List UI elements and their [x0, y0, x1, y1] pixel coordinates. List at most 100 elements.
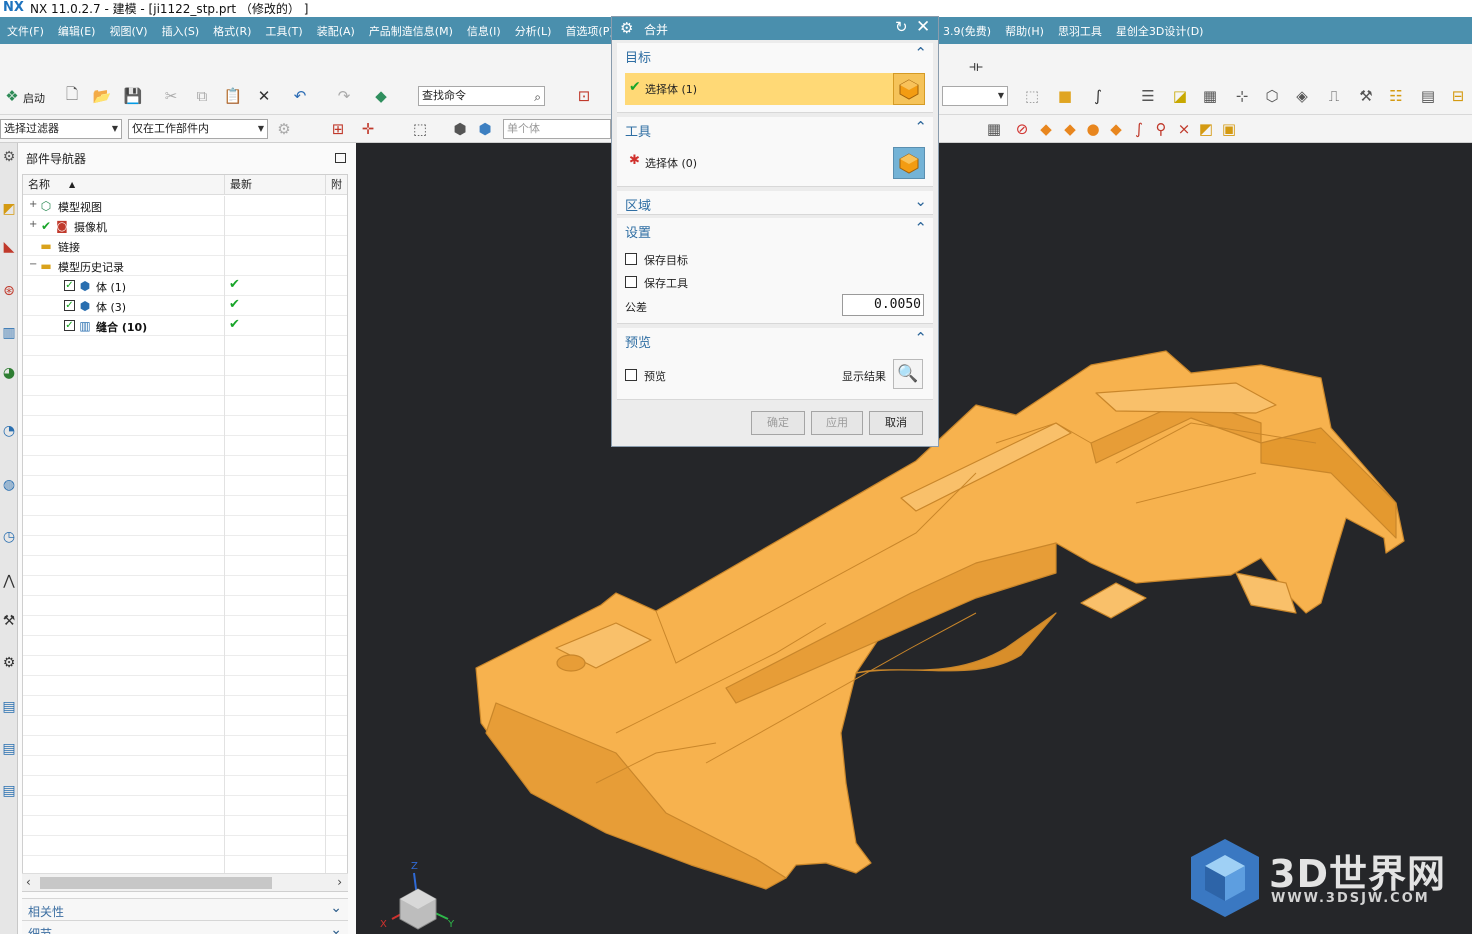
section-icon[interactable]: ⎍	[1324, 86, 1344, 106]
menu-tools[interactable]: 工具(T)	[258, 23, 309, 39]
csys-icon[interactable]: ⊹	[1232, 86, 1252, 106]
clock-icon[interactable]: ◷	[1, 529, 17, 545]
snap-mid-icon[interactable]: ◆	[1060, 119, 1080, 139]
save-icon[interactable]: 💾	[123, 86, 143, 106]
tree-row[interactable]: + ✔ ◙ 摄像机	[23, 216, 347, 236]
history-icon[interactable]: ◔	[1, 423, 17, 439]
maximize-icon[interactable]	[335, 153, 346, 163]
select-body-button[interactable]	[893, 147, 925, 179]
expand-icon[interactable]: +	[29, 199, 37, 210]
process-studio-icon[interactable]: ⋀	[1, 573, 17, 589]
menu-siyu-tools[interactable]: 思羽工具	[1051, 23, 1109, 39]
menu-view[interactable]: 视图(V)	[102, 23, 154, 39]
details-panel[interactable]: 细节 ⌄	[22, 920, 348, 934]
copy-icon[interactable]: ⧉	[192, 86, 212, 106]
body-rule-dropdown[interactable]: 单个体	[503, 119, 611, 139]
reset-icon[interactable]: ↻	[895, 18, 908, 36]
grid-toggle-icon[interactable]: ▦	[984, 119, 1004, 139]
target-section-header[interactable]: 目标 ⌃	[617, 43, 933, 67]
cut-icon[interactable]: ✂	[161, 86, 181, 106]
menu-help[interactable]: 帮助(H)	[998, 23, 1051, 39]
start-button[interactable]: 启动	[23, 90, 45, 106]
snap-end-icon[interactable]: ◆	[1036, 119, 1056, 139]
surface-icon[interactable]: ◪	[1170, 86, 1190, 106]
rect-select-icon[interactable]: ⬚	[410, 119, 430, 139]
snap-quad-icon[interactable]: ◆	[1106, 119, 1126, 139]
column-attached[interactable]: 附	[326, 175, 347, 195]
snap-face-icon[interactable]: ◩	[1196, 119, 1216, 139]
snap-icon[interactable]: ⊞	[328, 119, 348, 139]
menu-assembly[interactable]: 装配(A)	[310, 23, 362, 39]
face-filter-icon[interactable]: ⬢	[475, 119, 495, 139]
prohibit-icon[interactable]: ⊘	[1012, 119, 1032, 139]
block-icon[interactable]: ⬚	[1022, 86, 1042, 106]
open-folder-icon[interactable]: 📂	[92, 86, 112, 106]
snap-existing-icon[interactable]: ▣	[1219, 119, 1239, 139]
navigator-horizontal-scrollbar[interactable]: ‹ ›	[22, 873, 348, 891]
chevron-up-icon[interactable]: ⌃	[914, 329, 927, 347]
scroll-thumb[interactable]	[40, 877, 272, 889]
tree-row[interactable]: + ⬡ 模型视图	[23, 196, 347, 216]
start-icon[interactable]: ❖	[2, 86, 22, 106]
redo-icon[interactable]: ↷	[334, 86, 354, 106]
measure-icon[interactable]: ⟛	[966, 56, 986, 76]
list-panel-2-icon[interactable]: ▤	[1, 741, 17, 757]
close-icon[interactable]: ✕	[916, 17, 930, 37]
settings-section-header[interactable]: 设置 ⌃	[617, 218, 933, 242]
paste-icon[interactable]: 📋	[223, 86, 243, 106]
menu-analysis[interactable]: 分析(L)	[508, 23, 559, 39]
gear-icon[interactable]: ⚙	[620, 19, 633, 37]
constraint-navigator-icon[interactable]: ◣	[1, 239, 17, 255]
menu-pmi[interactable]: 产品制造信息(M)	[362, 23, 460, 39]
list-panel-1-icon[interactable]: ▤	[1, 699, 17, 715]
menu-xingchuang-3d[interactable]: 星创全3D设计(D)	[1109, 23, 1211, 39]
tool-select-body[interactable]: ✱ 选择体 (0)	[625, 147, 925, 179]
tree-row[interactable]: ▬ 链接	[23, 236, 347, 256]
view-triad[interactable]: Z X Y	[378, 861, 458, 933]
point-icon[interactable]: ✛	[358, 119, 378, 139]
tool-section-header[interactable]: 工具 ⌃	[617, 117, 933, 141]
solid-box-icon[interactable]: ■	[1055, 86, 1075, 106]
feature-checkbox[interactable]: ✓	[64, 280, 75, 291]
reuse-library-icon[interactable]: ⊛	[1, 283, 17, 299]
cancel-button[interactable]: 取消	[869, 411, 923, 435]
tolerance-input[interactable]: 0.0050	[842, 294, 924, 316]
region-section-header[interactable]: 区域 ⌄	[617, 191, 933, 215]
chevron-up-icon[interactable]: ⌃	[914, 219, 927, 237]
tree-row[interactable]: ✓ ⬢ 体 (3) ✔	[23, 296, 347, 316]
collapse-icon[interactable]: −	[29, 259, 37, 270]
menu-file[interactable]: 文件(F)	[0, 23, 51, 39]
web-browser-icon[interactable]: ◕	[1, 365, 17, 381]
menu-info[interactable]: 信息(I)	[460, 23, 508, 39]
ok-button[interactable]: 确定	[751, 411, 805, 435]
tree-row[interactable]: ✓ ▥ 缝合 (10) ✔	[23, 316, 347, 336]
layers-icon[interactable]: ☰	[1138, 86, 1158, 106]
chevron-up-icon[interactable]: ⌃	[914, 118, 927, 136]
checkbox-box[interactable]	[625, 276, 637, 288]
new-file-icon[interactable]: 🗋	[62, 85, 82, 106]
snap-curve-icon[interactable]: ∫	[1129, 119, 1149, 139]
shape-tool-icon[interactable]: ◆	[371, 86, 391, 106]
assembly-navigator-icon[interactable]: ◩	[1, 201, 17, 217]
snap-intersect-icon[interactable]: ⨯	[1174, 119, 1194, 139]
system-materials-icon[interactable]: ◍	[1, 477, 17, 493]
checkbox-box[interactable]	[625, 369, 637, 381]
wrench-icon[interactable]: ⚙	[1, 655, 17, 671]
resource-settings-icon[interactable]: ⚙	[1, 149, 17, 165]
scroll-right-icon[interactable]: ›	[337, 875, 342, 889]
tree-row[interactable]: ✓ ⬢ 体 (1) ✔	[23, 276, 347, 296]
ruler-icon[interactable]: ⊟	[1448, 86, 1468, 106]
dependencies-panel[interactable]: 相关性 ⌄	[22, 898, 348, 920]
select-body-button[interactable]	[893, 73, 925, 105]
chevron-up-icon[interactable]: ⌃	[914, 44, 927, 62]
stack-icon[interactable]: ☷	[1386, 86, 1406, 106]
hd3d-icon[interactable]: ▥	[1, 325, 17, 341]
selection-scope-dropdown[interactable]: 仅在工作部件内 ▼	[128, 119, 268, 139]
menu-edit[interactable]: 编辑(E)	[51, 23, 103, 39]
preview-section-header[interactable]: 预览 ⌃	[617, 328, 933, 352]
dialog-title-bar[interactable]: ⚙ 合并 ↻ ✕	[612, 17, 938, 40]
menu-plugin-free[interactable]: 3.9(免费)	[936, 23, 998, 39]
undo-icon[interactable]: ↶	[290, 86, 310, 106]
snap-pole-icon[interactable]: ⚲	[1151, 119, 1171, 139]
menu-format[interactable]: 格式(R)	[206, 23, 258, 39]
